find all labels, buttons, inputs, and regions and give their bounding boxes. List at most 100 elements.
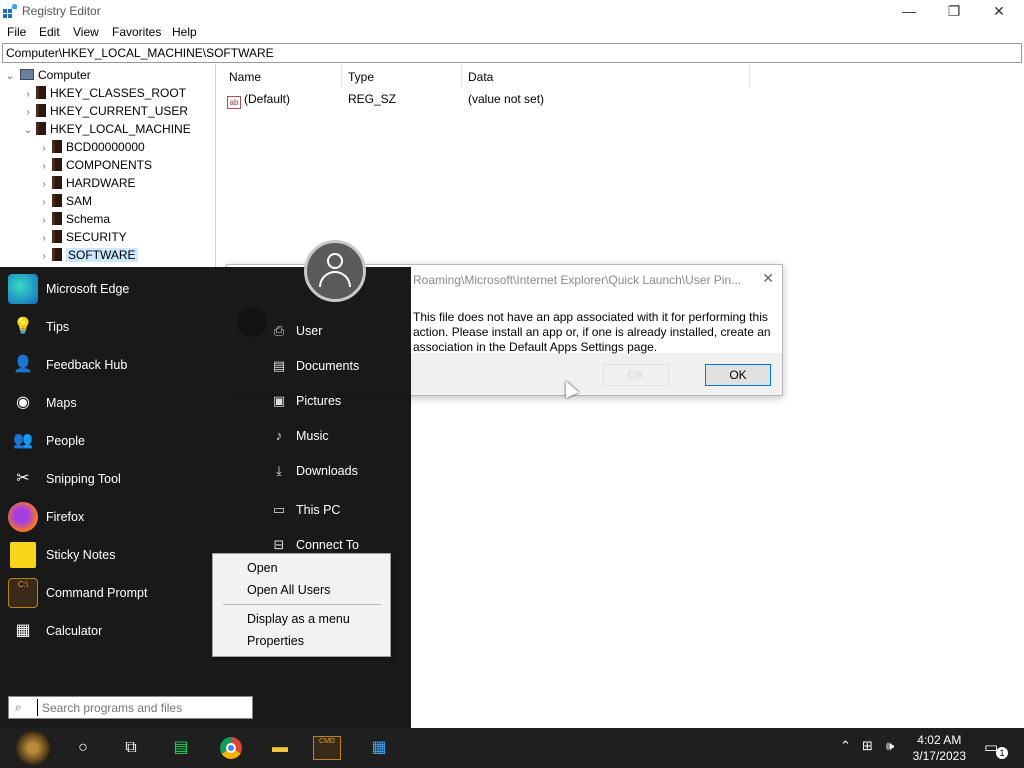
maximize-button[interactable]: ❐ xyxy=(931,0,977,22)
program-label: Sticky Notes xyxy=(46,548,116,562)
chrome-icon[interactable] xyxy=(215,732,247,764)
program-label: Tips xyxy=(46,320,70,334)
close-button[interactable]: ✕ xyxy=(976,0,1022,22)
scissors-icon: ✂ xyxy=(16,470,30,487)
tree-node-label: SAM xyxy=(66,194,93,208)
program-command-prompt[interactable]: C:\ Command Prompt xyxy=(6,576,216,610)
column-divider[interactable] xyxy=(461,64,462,88)
program-sticky-notes[interactable]: Sticky Notes xyxy=(6,538,216,572)
menu-favorites[interactable]: Favorites xyxy=(112,25,161,39)
ok-button[interactable]: OK xyxy=(705,364,771,386)
tree-node-schema[interactable]: › Schema xyxy=(38,210,110,228)
link-pictures[interactable]: ▣ Pictures xyxy=(270,389,341,413)
file-explorer-icon[interactable]: ▬ xyxy=(264,732,296,764)
menu-view[interactable]: View xyxy=(73,25,99,39)
tree-node-label: BCD00000000 xyxy=(66,140,145,154)
menu-file[interactable]: File xyxy=(7,25,26,39)
ghost-ok-button: OK xyxy=(603,364,669,386)
folder-icon xyxy=(52,230,62,243)
tree-node-computer[interactable]: ⌄ Computer xyxy=(4,66,91,84)
link-label: Pictures xyxy=(296,394,342,408)
chevron-down-icon[interactable]: ⌄ xyxy=(4,68,16,86)
minimize-button[interactable]: — xyxy=(886,0,932,22)
tree-node-label: HKEY_LOCAL_MACHINE xyxy=(50,122,191,136)
clock-time: 4:02 AM xyxy=(917,733,962,747)
column-header-name[interactable]: Name xyxy=(229,70,261,84)
download-icon: ⤓ xyxy=(276,463,282,478)
chevron-down-icon[interactable]: ⌄ xyxy=(22,122,34,140)
column-header-type[interactable]: Type xyxy=(348,70,374,84)
chevron-up-icon[interactable]: ⌃ xyxy=(840,738,851,754)
program-calculator[interactable]: ▦ Calculator xyxy=(6,614,216,648)
program-label: Feedback Hub xyxy=(46,358,128,372)
document-icon: ▤ xyxy=(272,358,286,373)
network-icon[interactable]: ⊞ xyxy=(862,738,873,754)
calculator-icon: ▦ xyxy=(15,622,31,639)
program-label: Calculator xyxy=(46,624,103,638)
tree-node-bcd[interactable]: › BCD00000000 xyxy=(38,138,145,156)
search-input[interactable] xyxy=(37,699,249,716)
tree-node-hkcr[interactable]: › HKEY_CLASSES_ROOT xyxy=(22,84,186,102)
chevron-right-icon[interactable]: › xyxy=(38,248,50,266)
program-people[interactable]: 👥 People xyxy=(6,424,216,458)
program-firefox[interactable]: Firefox xyxy=(6,500,216,534)
program-tips[interactable]: 💡 Tips xyxy=(6,310,216,344)
spotify-icon[interactable]: ▤ xyxy=(165,732,197,764)
cortana-icon[interactable]: ○ xyxy=(67,732,99,764)
menu-separator xyxy=(223,604,381,605)
tree-node-software[interactable]: › SOFTWARE xyxy=(38,246,138,264)
registry-editor-taskbar-icon[interactable]: ▦ xyxy=(363,732,395,764)
program-label: Firefox xyxy=(46,510,85,524)
value-data: (value not set) xyxy=(468,92,545,106)
program-label: Maps xyxy=(46,396,77,410)
folder-icon xyxy=(36,122,46,135)
tree-node-hklm[interactable]: ⌄ HKEY_LOCAL_MACHINE xyxy=(22,120,191,138)
address-bar[interactable]: Computer\HKEY_LOCAL_MACHINE\SOFTWARE xyxy=(2,43,1022,63)
link-label: Music xyxy=(296,429,329,443)
column-divider[interactable] xyxy=(749,64,750,88)
close-icon[interactable]: ✕ xyxy=(762,270,774,287)
tree-node-hardware[interactable]: › HARDWARE xyxy=(38,174,136,192)
program-snipping-tool[interactable]: ✂ Snipping Tool xyxy=(6,462,216,496)
menu-edit[interactable]: Edit xyxy=(39,25,60,39)
start-search[interactable]: ⌕ xyxy=(8,696,253,719)
menu-item-properties[interactable]: Properties xyxy=(247,634,304,648)
value-name: (Default) xyxy=(244,92,291,106)
program-feedback-hub[interactable]: 👤 Feedback Hub xyxy=(6,348,216,382)
tree-node-label: HARDWARE xyxy=(66,176,136,190)
tree-node-security[interactable]: › SECURITY xyxy=(38,228,127,246)
menu-bar: File Edit View Favorites Help xyxy=(0,22,1024,42)
clock[interactable]: 4:02 AM 3/17/2023 xyxy=(913,732,966,764)
volume-icon[interactable]: 🕪 xyxy=(886,738,894,754)
user-avatar[interactable] xyxy=(304,240,366,302)
program-label: Microsoft Edge xyxy=(46,282,130,296)
tree-node-sam[interactable]: › SAM xyxy=(38,192,92,210)
program-edge[interactable]: Microsoft Edge xyxy=(6,272,216,306)
tree-node-label: SECURITY xyxy=(66,230,127,244)
menu-help[interactable]: Help xyxy=(172,25,197,39)
window-title: Registry Editor xyxy=(22,4,101,18)
link-label: Connect To xyxy=(296,538,360,552)
task-view-icon[interactable]: ⧉ xyxy=(115,732,147,764)
command-prompt-icon: C:\ xyxy=(8,578,38,608)
column-header-data[interactable]: Data xyxy=(468,70,493,84)
music-icon: ♪ xyxy=(275,428,283,443)
people-icon: 👥 xyxy=(13,432,33,449)
link-user[interactable]: ⎙ User xyxy=(270,319,323,343)
link-this-pc[interactable]: ▭ This PC xyxy=(270,498,341,522)
menu-item-open-all-users[interactable]: Open All Users xyxy=(247,583,330,597)
command-prompt-taskbar-icon[interactable]: CMD xyxy=(313,736,341,760)
title-bar: Registry Editor — ❐ ✕ xyxy=(0,0,1024,22)
program-maps[interactable]: ◉ Maps xyxy=(6,386,216,420)
start-button[interactable] xyxy=(16,731,50,765)
menu-item-open[interactable]: Open xyxy=(247,561,278,575)
tree-node-components[interactable]: › COMPONENTS xyxy=(38,156,152,174)
folder-icon xyxy=(52,248,62,261)
tree-node-hkcu[interactable]: › HKEY_CURRENT_USER xyxy=(22,102,188,120)
value-row[interactable]: ab (Default) xyxy=(227,92,290,109)
column-divider[interactable] xyxy=(341,64,342,88)
link-downloads[interactable]: ⤓ Downloads xyxy=(270,459,358,483)
menu-item-display-as-menu[interactable]: Display as a menu xyxy=(247,612,350,626)
link-music[interactable]: ♪ Music xyxy=(270,424,329,448)
link-documents[interactable]: ▤ Documents xyxy=(270,354,359,378)
